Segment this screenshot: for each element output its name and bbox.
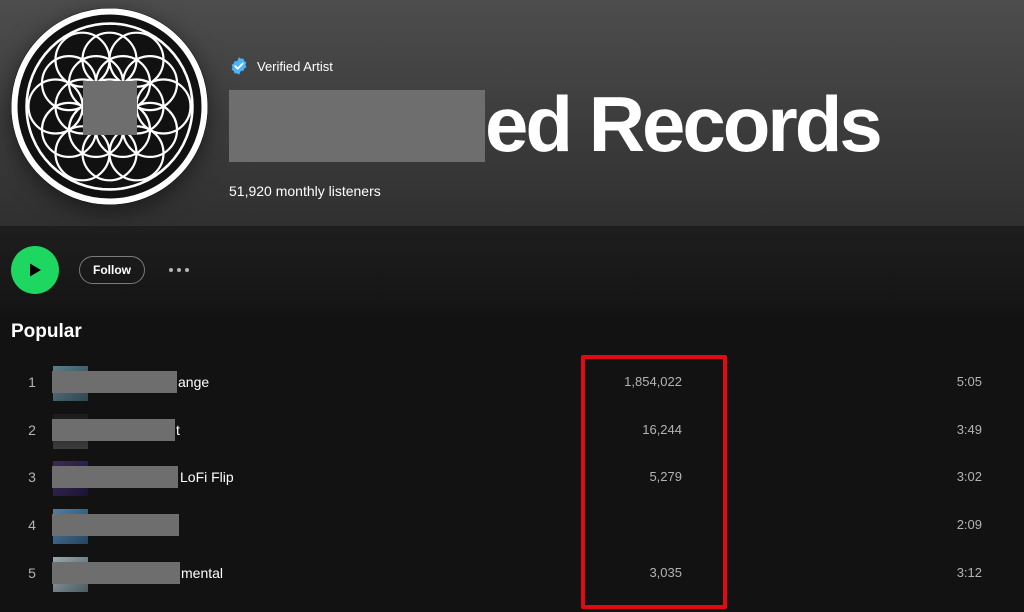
more-options-button[interactable] — [163, 262, 195, 278]
monthly-listeners: 51,920 monthly listeners — [229, 183, 381, 199]
redaction-block — [52, 562, 180, 584]
artist-header: Verified Artist ed Records 51,920 monthl… — [0, 0, 1024, 226]
play-count-highlight — [581, 355, 727, 609]
verified-artist-badge: Verified Artist — [229, 56, 333, 76]
track-title[interactable]: mental — [181, 565, 223, 581]
action-bar — [0, 226, 1024, 316]
play-icon — [30, 263, 41, 277]
redaction-block — [83, 81, 137, 135]
verified-badge-icon — [231, 57, 247, 75]
track-number: 3 — [28, 469, 36, 485]
track-duration: 3:49 — [956, 422, 982, 437]
track-title[interactable]: LoFi Flip — [180, 469, 234, 485]
track-number: 2 — [28, 422, 36, 438]
artist-avatar — [11, 8, 208, 205]
more-horizontal-icon — [169, 268, 173, 272]
play-button[interactable] — [11, 246, 59, 294]
track-duration: 5:05 — [956, 374, 982, 389]
more-horizontal-icon — [185, 268, 189, 272]
track-title[interactable]: ange — [178, 374, 209, 390]
track-row[interactable]: 2 t 16,244 3:49 — [0, 412, 1024, 452]
track-row[interactable]: 1 ange 1,854,022 5:05 — [0, 364, 1024, 404]
follow-button[interactable]: Follow — [79, 256, 145, 284]
track-row[interactable]: 5 mental 3,035 3:12 — [0, 555, 1024, 595]
artist-name-visible: ed Records — [485, 80, 883, 168]
track-row[interactable]: 4 2:09 — [0, 507, 1024, 547]
track-duration: 3:12 — [956, 565, 982, 580]
redaction-block — [52, 419, 175, 441]
track-duration: 3:02 — [956, 469, 982, 484]
redaction-block — [52, 466, 178, 488]
track-duration: 2:09 — [956, 517, 982, 532]
track-number: 5 — [28, 565, 36, 581]
redaction-block — [52, 514, 179, 536]
redaction-block — [229, 90, 485, 162]
verified-label: Verified Artist — [257, 58, 333, 74]
track-number: 4 — [28, 517, 36, 533]
redaction-block — [52, 371, 177, 393]
track-title[interactable]: t — [176, 422, 180, 438]
track-number: 1 — [28, 374, 36, 390]
more-horizontal-icon — [177, 268, 181, 272]
track-row[interactable]: 3 LoFi Flip 5,279 3:02 — [0, 459, 1024, 499]
section-title-popular: Popular — [11, 321, 82, 342]
